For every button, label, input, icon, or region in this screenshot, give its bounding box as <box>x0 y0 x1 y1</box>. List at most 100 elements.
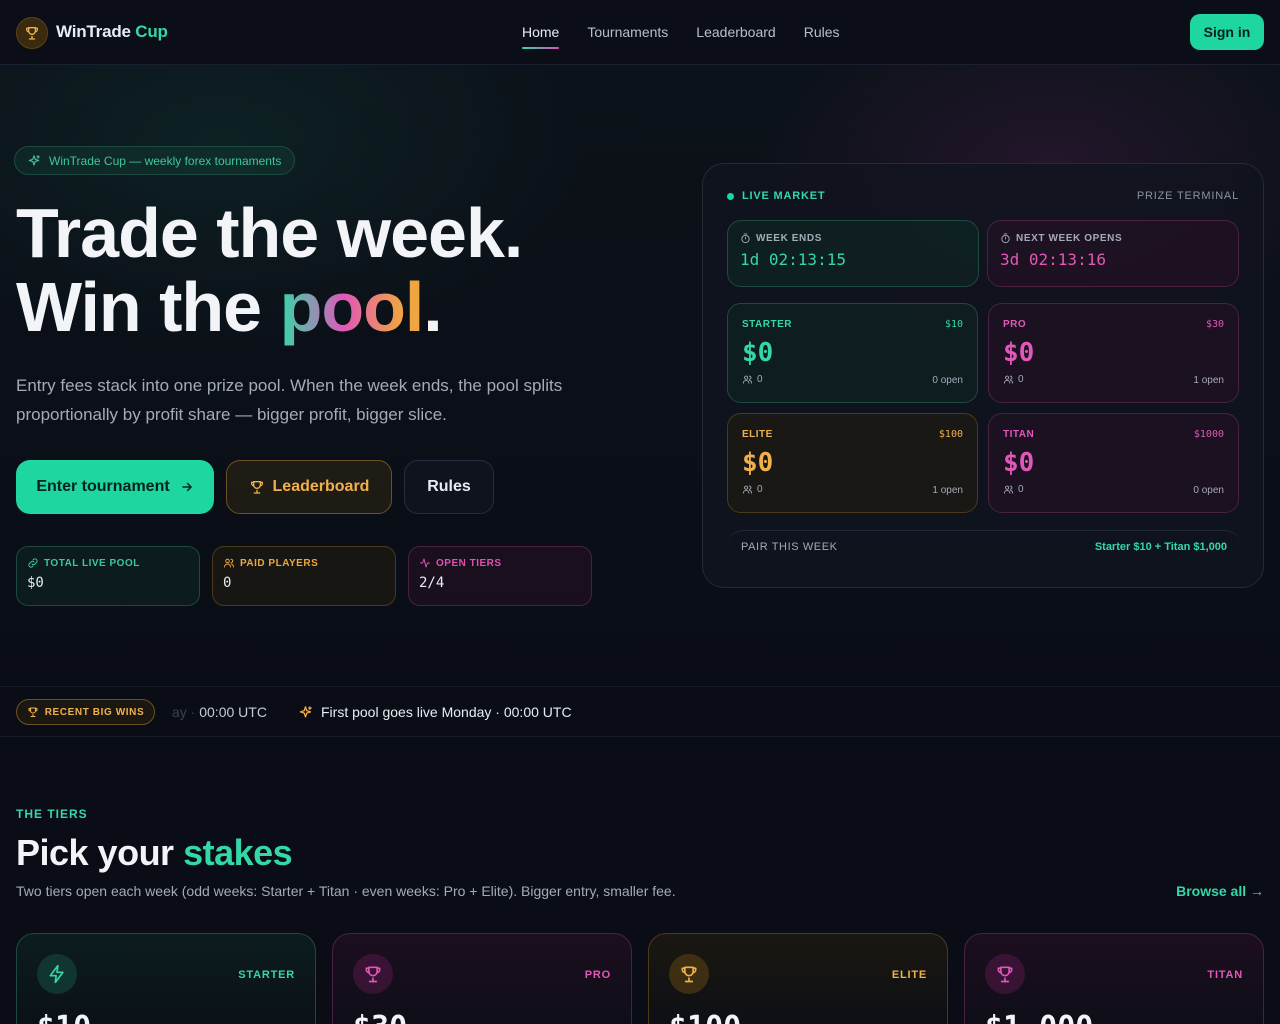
recent-big-wins-badge: RECENT BIG WINS <box>16 699 155 725</box>
wins-ticker: RECENT BIG WINS ay · 00:00 UTC First poo… <box>0 686 1280 737</box>
tier-players: 0 <box>1003 484 1024 495</box>
leaderboard-button[interactable]: Leaderboard <box>226 460 392 514</box>
leaderboard-button-label: Leaderboard <box>272 478 370 495</box>
tier-fee: $100 <box>938 429 963 440</box>
stat-label: PAID PLAYERS <box>223 557 385 569</box>
tier-card-price: $1,000 <box>985 1010 1093 1024</box>
tier-pool-amount: $0 <box>1003 448 1035 478</box>
tier-open-count: 1 open <box>1193 375 1224 386</box>
next-week-opens-countdown: NEXT WEEK OPENS 3d 02:13:16 <box>987 220 1239 287</box>
tier-open-count: 0 open <box>1193 485 1224 496</box>
live-dot-icon <box>727 192 734 200</box>
ticker-item-text: First pool goes live Monday · 00:00 UTC <box>321 704 572 720</box>
hero-line-1: Trade the week. <box>16 194 523 272</box>
tier-card-price: $30 <box>353 1010 407 1024</box>
arrow-right-icon <box>180 480 194 494</box>
section-title: Pick your stakes <box>16 832 293 874</box>
users-icon <box>742 484 753 495</box>
tier-card-starter[interactable]: STARTER $10 <box>16 933 316 1024</box>
week-ends-countdown: WEEK ENDS 1d 02:13:15 <box>727 220 979 287</box>
timer-icon <box>740 233 751 244</box>
recent-big-wins-label: RECENT BIG WINS <box>44 706 145 718</box>
users-icon <box>1003 484 1014 495</box>
users-icon <box>1003 374 1014 385</box>
sign-in-button[interactable]: Sign in <box>1190 14 1264 50</box>
stat-value: 2/4 <box>419 575 445 591</box>
trophy-icon <box>27 706 39 718</box>
trophy-icon <box>669 954 709 994</box>
countdown-label: NEXT WEEK OPENS <box>1000 233 1226 244</box>
tier-name: TITAN <box>1003 429 1035 440</box>
tier-players: 0 <box>742 484 763 495</box>
tier-card-name: STARTER <box>238 969 295 981</box>
section-subtitle: Two tiers open each week (odd weeks: Sta… <box>16 883 676 899</box>
enter-tournament-label: Enter tournament <box>36 478 170 495</box>
stat-label-text: OPEN TIERS <box>436 557 502 569</box>
tier-open-count: 0 open <box>932 375 963 386</box>
tier-fee: $10 <box>944 319 963 330</box>
hero-headline: Trade the week. Win the pool. <box>16 194 523 346</box>
trophy-icon <box>985 954 1025 994</box>
pair-this-week: PAIR THIS WEEK Starter $10 + Titan $1,00… <box>727 530 1241 562</box>
ticker-fragment-text: 00:00 UTC <box>199 704 267 720</box>
hero-pill-text: WinTrade Cup — weekly forex tournaments <box>49 153 282 168</box>
logo-trophy-icon[interactable] <box>16 17 48 49</box>
tier-players-count: 0 <box>757 484 763 495</box>
timer-icon <box>1000 233 1011 244</box>
countdown-label-text: WEEK ENDS <box>756 233 822 244</box>
tier-fee: $30 <box>1205 319 1224 330</box>
tier-fee: $1000 <box>1193 429 1224 440</box>
tier-name: PRO <box>1003 319 1027 330</box>
pair-label: PAIR THIS WEEK <box>741 540 838 553</box>
tier-card-titan[interactable]: TITAN $1,000 <box>964 933 1264 1024</box>
hero-lead: Entry fees stack into one prize pool. Wh… <box>16 376 563 424</box>
tier-card-name: PRO <box>584 969 611 981</box>
sparkle-icon <box>298 705 313 720</box>
top-nav: WinTrade Cup Home Tournaments Leaderboar… <box>0 0 1280 65</box>
hero-line-2-accent: pool <box>279 268 425 346</box>
enter-tournament-button[interactable]: Enter tournament <box>16 460 214 514</box>
tier-card-pro[interactable]: PRO $30 <box>332 933 632 1024</box>
prize-terminal: LIVE MARKET PRIZE TERMINAL WEEK ENDS 1d … <box>702 163 1264 588</box>
tier-card-name: ELITE <box>891 969 927 981</box>
tier-pool-pro[interactable]: PRO $30 $0 0 1 open <box>988 303 1239 403</box>
browse-all-link[interactable]: Browse all → <box>1176 883 1264 899</box>
nav-link-home[interactable]: Home <box>522 24 560 49</box>
nav-link-leaderboard[interactable]: Leaderboard <box>696 24 775 40</box>
section-title-accent: stakes <box>183 832 293 873</box>
ticker-fragment: ay · 00:00 UTC <box>172 704 267 720</box>
link-icon <box>27 557 39 569</box>
stat-label-text: PAID PLAYERS <box>240 557 319 569</box>
brand-name[interactable]: WinTrade Cup <box>56 22 168 42</box>
sparkle-icon <box>27 154 41 168</box>
trophy-icon <box>249 479 265 495</box>
section-kicker: THE TIERS <box>16 807 88 821</box>
tier-name: STARTER <box>742 319 792 330</box>
stat-label: OPEN TIERS <box>419 557 581 569</box>
tier-card-price: $10 <box>37 1010 91 1024</box>
stat-value: $0 <box>27 575 44 591</box>
section-title-a: Pick your <box>16 832 184 873</box>
stat-total-live-pool: TOTAL LIVE POOL $0 <box>16 546 200 606</box>
stat-paid-players: PAID PLAYERS 0 <box>212 546 396 606</box>
nav-link-tournaments[interactable]: Tournaments <box>587 24 668 40</box>
tier-pool-elite[interactable]: ELITE $100 $0 0 1 open <box>727 413 978 513</box>
tier-pool-starter[interactable]: STARTER $10 $0 0 0 open <box>727 303 978 403</box>
tier-players: 0 <box>742 374 763 385</box>
countdown-time: 3d 02:13:16 <box>1000 250 1106 269</box>
nav-link-rules[interactable]: Rules <box>804 24 840 40</box>
countdown-time: 1d 02:13:15 <box>740 250 846 269</box>
tier-card-elite[interactable]: ELITE $100 <box>648 933 948 1024</box>
hero-line-2a: Win the <box>16 268 280 346</box>
stat-label: TOTAL LIVE POOL <box>27 557 189 569</box>
live-market-label: LIVE MARKET <box>742 190 826 202</box>
tier-players-count: 0 <box>757 374 763 385</box>
tier-pool-titan[interactable]: TITAN $1000 $0 0 0 open <box>988 413 1239 513</box>
pair-value: Starter $10 + Titan $1,000 <box>1094 540 1227 553</box>
countdown-label-text: NEXT WEEK OPENS <box>1016 233 1123 244</box>
tier-card-name: TITAN <box>1207 969 1243 981</box>
rules-button[interactable]: Rules <box>404 460 494 514</box>
tier-players: 0 <box>1003 374 1024 385</box>
stat-label-text: TOTAL LIVE POOL <box>44 557 140 569</box>
tier-card-price: $100 <box>669 1010 741 1024</box>
